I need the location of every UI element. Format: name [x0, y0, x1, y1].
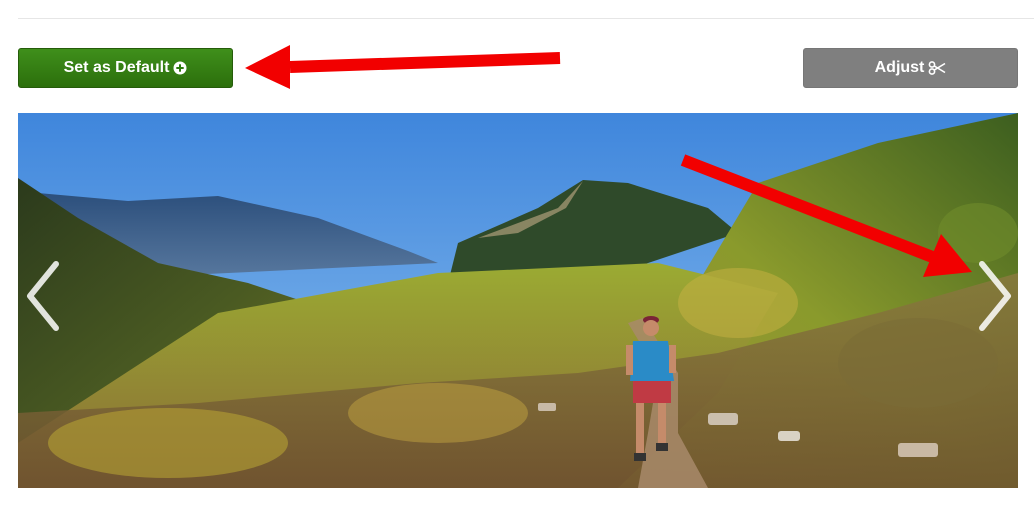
chevron-left-icon	[24, 260, 64, 337]
carousel-prev-button[interactable]	[18, 258, 74, 338]
carousel-next-button[interactable]	[964, 258, 1018, 338]
chevron-right-icon	[974, 260, 1014, 337]
divider	[18, 18, 1034, 19]
trail-runner-photo	[18, 113, 1018, 488]
adjust-button[interactable]: Adjust	[803, 48, 1018, 88]
image-carousel[interactable]	[18, 113, 1018, 488]
set-as-default-button[interactable]: Set as Default	[18, 48, 233, 88]
set-as-default-label: Set as Default	[63, 59, 170, 76]
image-editor-panel: Set as Default Adjust	[0, 0, 1034, 531]
plus-circle-icon	[173, 61, 187, 75]
adjust-label: Adjust	[874, 59, 925, 76]
scissors-icon	[928, 61, 946, 75]
arrow-to-set-default	[245, 45, 561, 89]
